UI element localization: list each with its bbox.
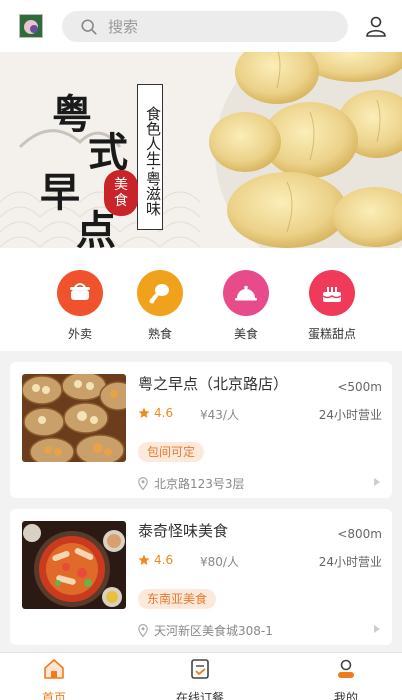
address-text: 天河新区美食城308-1: [154, 624, 273, 638]
location-pin-icon: [138, 477, 148, 490]
category-label: 蛋糕甜点: [307, 327, 356, 341]
restaurant-price: ¥43/人: [200, 408, 239, 422]
app-logo[interactable]: [19, 14, 43, 38]
location-pin-icon: [138, 624, 148, 637]
restaurant-name[interactable]: 泰奇怪味美食: [138, 520, 228, 541]
restaurant-price: ¥80/人: [200, 555, 239, 569]
search-placeholder: 搜索: [108, 18, 139, 36]
cloche-icon: [223, 270, 269, 316]
takeout-icon: [57, 270, 103, 316]
tab-mine[interactable]: 我的: [306, 658, 386, 700]
category-food[interactable]: 美食: [216, 270, 276, 342]
restaurant-tag: 包间可定: [138, 442, 205, 462]
chevron-right-icon[interactable]: [374, 625, 380, 633]
category-label: 熟食: [147, 327, 172, 341]
category-cooked-food[interactable]: 熟食: [130, 270, 190, 342]
bottom-tab-bar: 首页 在线订餐 我的: [0, 652, 402, 700]
star-icon: [138, 407, 150, 418]
category-grid: 外卖 熟食 美食 蛋糕甜点: [0, 248, 402, 351]
order-icon: [191, 659, 209, 679]
category-takeout[interactable]: 外卖: [50, 270, 110, 342]
restaurant-rating: 4.6: [138, 553, 173, 567]
star-icon: [138, 554, 150, 565]
profile-icon: [338, 659, 354, 678]
seal-char-1: 美: [114, 177, 128, 193]
cake-icon: [309, 270, 355, 316]
tab-home[interactable]: 首页: [14, 658, 94, 700]
chevron-right-icon[interactable]: [374, 478, 380, 486]
banner-title-char-1: 粤: [52, 91, 92, 138]
restaurant-distance: <500m: [337, 380, 382, 394]
drumstick-icon: [137, 270, 183, 316]
rating-value: 4.6: [154, 553, 174, 567]
dumplings-image: [209, 52, 402, 248]
tab-label: 在线订餐: [175, 691, 224, 700]
tab-label: 首页: [41, 691, 66, 700]
search-icon: [81, 18, 97, 35]
category-label: 美食: [233, 327, 258, 341]
search-bar[interactable]: 搜索: [62, 11, 348, 42]
tab-online-order[interactable]: 在线订餐: [160, 658, 240, 700]
restaurant-distance: <800m: [337, 527, 382, 541]
user-profile-icon[interactable]: [364, 14, 388, 38]
restaurant-card[interactable]: 粤之早点（北京路店） <500m 4.6 ¥43/人 24小时营业 包间可定 北…: [10, 362, 392, 498]
category-label: 外卖: [67, 327, 92, 341]
home-icon: [44, 659, 64, 679]
banner-seal: 美 食: [104, 170, 138, 216]
promo-banner[interactable]: 粤 式 早 点 食色人生·粤滋味 美 食: [0, 52, 402, 248]
restaurant-address[interactable]: 天河新区美食城308-1: [138, 622, 273, 639]
restaurant-photo-dimsum: [22, 374, 126, 462]
restaurant-address[interactable]: 北京路123号3层: [138, 475, 245, 492]
tab-label: 我的: [333, 691, 358, 700]
address-text: 北京路123号3层: [154, 477, 245, 491]
restaurant-hours: 24小时营业: [318, 555, 382, 569]
app-header: 搜索: [0, 0, 402, 52]
category-cake-dessert[interactable]: 蛋糕甜点: [302, 270, 362, 342]
banner-title-char-3: 早: [40, 169, 80, 216]
banner-slogan: 食色人生·粤滋味: [137, 84, 163, 230]
seal-char-2: 食: [114, 193, 128, 209]
restaurant-card[interactable]: 泰奇怪味美食 <800m 4.6 ¥80/人 24小时营业 东南亚美食 天河新区…: [10, 509, 392, 645]
restaurant-rating: 4.6: [138, 406, 173, 420]
rating-value: 4.6: [154, 406, 174, 420]
restaurant-photo-hotpot: [22, 521, 126, 609]
restaurant-hours: 24小时营业: [318, 408, 382, 422]
restaurant-tag: 东南亚美食: [138, 589, 217, 609]
restaurant-name[interactable]: 粤之早点（北京路店）: [138, 373, 288, 394]
